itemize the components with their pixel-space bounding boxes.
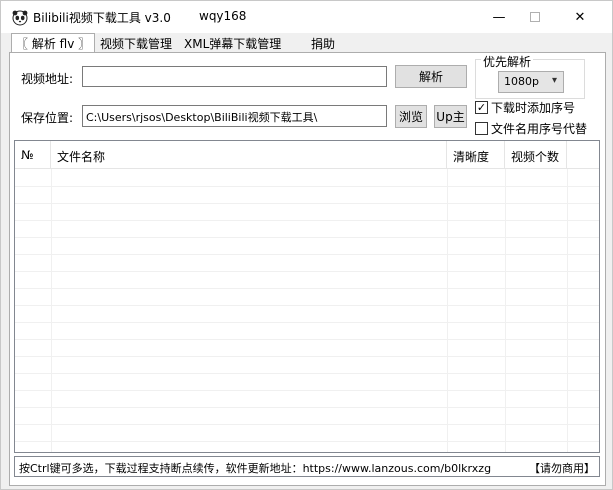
chevron-down-icon: ▾ <box>551 75 557 86</box>
panda-icon <box>12 10 28 26</box>
grid-row-line <box>15 441 599 442</box>
tab-xml-danmaku-manager[interactable]: XML弹幕下载管理 <box>180 34 285 52</box>
add-sequence-checkbox[interactable]: ✓ 下载时添加序号 <box>475 99 575 116</box>
parse-button[interactable]: 解析 <box>395 65 467 88</box>
grid-row-line <box>15 373 599 374</box>
grid-row-line <box>15 271 599 272</box>
url-input[interactable] <box>82 66 387 87</box>
column-header-filename[interactable]: 文件名称 <box>51 141 447 169</box>
quality-select[interactable]: 1080p ▾ <box>498 71 564 93</box>
grid-row-line <box>15 237 599 238</box>
url-label: 视频地址: <box>21 72 74 86</box>
checkbox-empty-icon <box>475 122 488 135</box>
grid-column-line <box>567 169 568 452</box>
grid-row-line <box>15 390 599 391</box>
column-header-video-count[interactable]: 视频个数 <box>505 141 567 169</box>
window-title: Bilibili视频下载工具 v3.0 <box>33 11 171 25</box>
grid-row-line <box>15 288 599 289</box>
close-button[interactable]: ✕ <box>557 1 603 33</box>
app-window: Bilibili视频下载工具 v3.0 wqy168 — ✕ 〖 解析 flv … <box>0 0 613 490</box>
quality-select-value: 1080p <box>504 75 539 88</box>
tab-donate[interactable]: 捐助 <box>307 34 339 52</box>
tab-video-download-manager[interactable]: 视频下载管理 <box>96 34 176 52</box>
grid-row-line <box>15 424 599 425</box>
status-bar: 按Ctrl键可多选，下载过程支持断点续传，软件更新地址：https://www.… <box>14 456 600 477</box>
maximize-button[interactable] <box>512 1 558 33</box>
grid-row-line <box>15 220 599 221</box>
tab-bar: 〖 解析 flv 〗 视频下载管理 XML弹幕下载管理 捐助 <box>9 33 605 53</box>
save-path-input[interactable]: C:\Users\rjsos\Desktop\BiliBili视频下载工具\ <box>82 105 387 127</box>
grid-column-line <box>51 169 52 452</box>
save-location-label: 保存位置: <box>21 111 74 125</box>
up-owner-button[interactable]: Up主 <box>434 105 467 128</box>
grid-row-line <box>15 203 599 204</box>
grid-row-line <box>15 254 599 255</box>
grid-row-line <box>15 305 599 306</box>
filename-by-sequence-label: 文件名用序号代替 <box>491 122 588 136</box>
grid-row-line <box>15 407 599 408</box>
tab-parse-flv[interactable]: 〖 解析 flv 〗 <box>11 33 96 53</box>
column-header-number[interactable]: № <box>15 141 51 169</box>
grid-row-line <box>15 356 599 357</box>
priority-group-title: 优先解析 <box>481 53 534 70</box>
download-list[interactable]: № 文件名称 清晰度 视频个数 <box>14 140 600 453</box>
checkmark-icon: ✓ <box>475 101 488 114</box>
filename-by-sequence-checkbox[interactable]: 文件名用序号代替 <box>475 120 587 137</box>
minimize-icon: — <box>492 9 506 25</box>
title-bar: Bilibili视频下载工具 v3.0 wqy168 — ✕ <box>1 1 612 33</box>
status-message: 按Ctrl键可多选，下载过程支持断点续传，软件更新地址：https://www.… <box>19 462 492 475</box>
grid-row-line <box>15 322 599 323</box>
grid-row-line <box>15 339 599 340</box>
no-commercial-notice: 【请勿商用】 <box>529 462 595 475</box>
browse-button[interactable]: 浏览 <box>395 105 427 128</box>
maximize-icon <box>530 12 540 22</box>
list-header: № 文件名称 清晰度 视频个数 <box>15 141 599 169</box>
column-header-quality[interactable]: 清晰度 <box>447 141 505 169</box>
close-icon: ✕ <box>574 9 586 25</box>
grid-row-line <box>15 186 599 187</box>
grid-column-line <box>505 169 506 452</box>
grid-column-line <box>447 169 448 452</box>
window-title-author: wqy168 <box>199 9 247 23</box>
add-sequence-label: 下载时添加序号 <box>491 101 576 115</box>
